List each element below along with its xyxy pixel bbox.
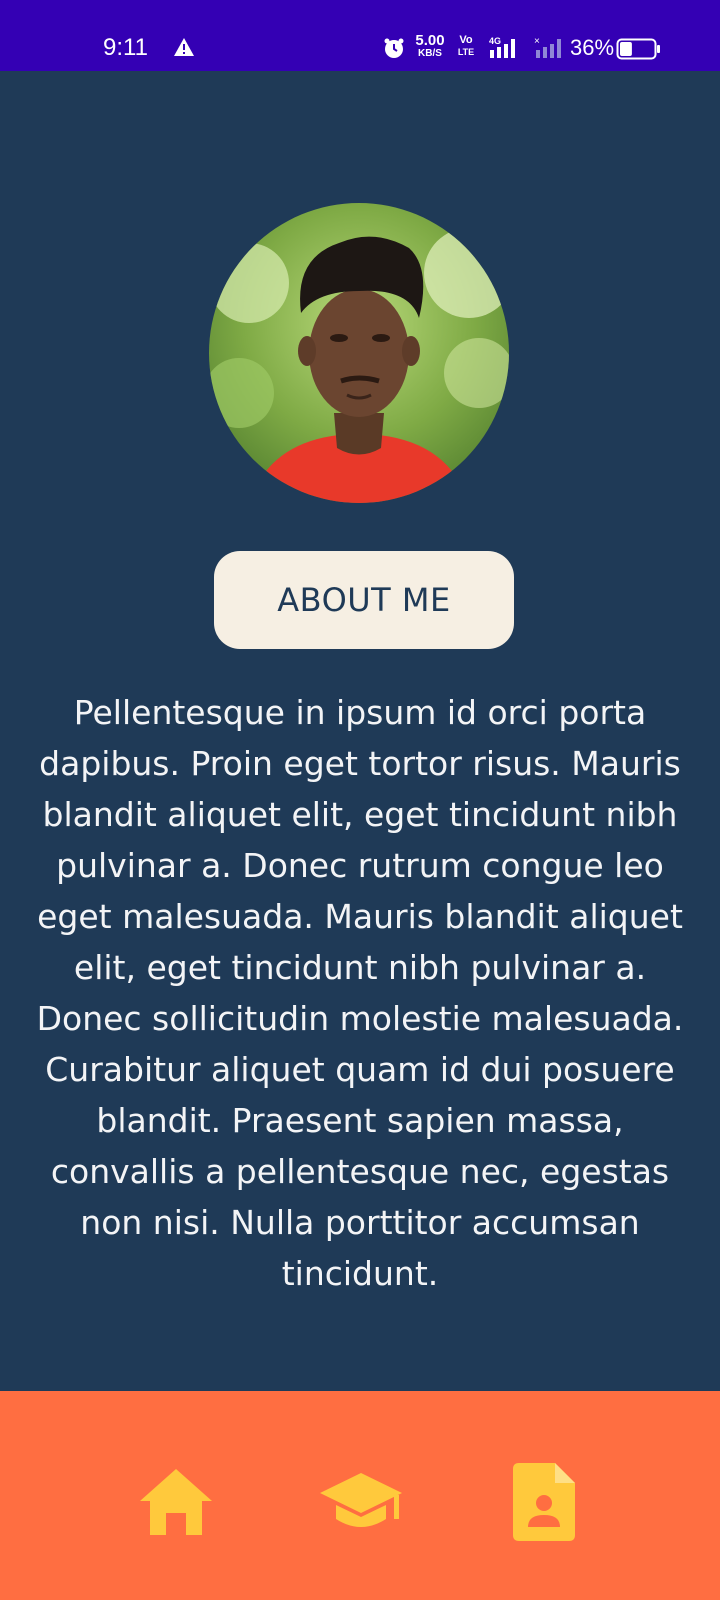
status-bar: 9:11 5.00 KB/S Vo LTE 4G × 36% bbox=[0, 0, 720, 71]
signal-weak-icon: × bbox=[534, 36, 561, 58]
bottom-navigation bbox=[0, 1391, 720, 1600]
nav-home-button[interactable] bbox=[131, 1457, 221, 1547]
nav-education-button[interactable] bbox=[316, 1457, 406, 1547]
status-time: 9:11 bbox=[103, 34, 148, 61]
warning-icon bbox=[174, 38, 194, 56]
nav-resume-button[interactable] bbox=[499, 1457, 589, 1547]
network-speed-unit: KB/S bbox=[418, 48, 442, 59]
volte-top-label: Vo bbox=[459, 34, 473, 46]
battery-icon bbox=[616, 38, 660, 60]
alarm-icon bbox=[384, 38, 404, 58]
about-me-button[interactable]: ABOUT ME bbox=[214, 551, 514, 649]
volte-bottom-label: LTE bbox=[457, 47, 475, 57]
resume-icon bbox=[513, 1463, 575, 1541]
graduation-cap-icon bbox=[320, 1473, 402, 1527]
bio-text: Pellentesque in ipsum id orci porta dapi… bbox=[36, 693, 684, 1293]
network-speed-value: 5.00 bbox=[415, 32, 445, 49]
signal-4g-icon: 4G bbox=[489, 36, 515, 58]
about-me-label: ABOUT ME bbox=[277, 581, 451, 619]
profile-photo bbox=[209, 203, 509, 503]
home-icon bbox=[140, 1469, 212, 1535]
network-speed: 5.00 KB/S bbox=[412, 33, 448, 59]
svg-text:4G: 4G bbox=[489, 36, 501, 46]
battery-percent: 36% bbox=[570, 35, 615, 60]
svg-text:×: × bbox=[534, 36, 540, 47]
profile-avatar bbox=[209, 203, 509, 503]
volte-indicator: Vo LTE bbox=[454, 35, 478, 57]
